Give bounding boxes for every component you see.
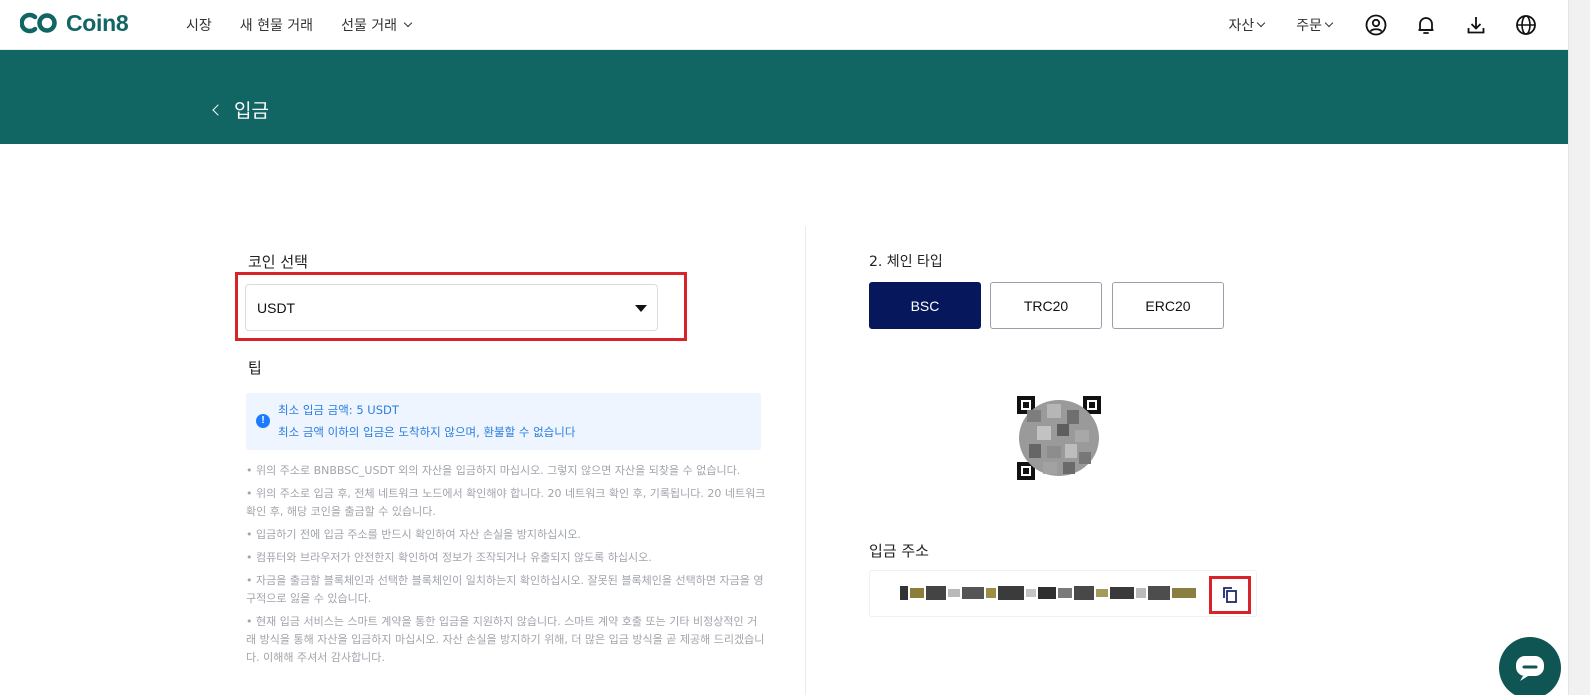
- chat-bubble-icon: [1516, 656, 1544, 681]
- chevron-down-icon: [403, 18, 413, 28]
- back-button[interactable]: 입금: [212, 96, 269, 123]
- nav-new-spot-trading[interactable]: 새 현물 거래: [240, 15, 313, 35]
- chain-type-label: 2. 체인 타입: [869, 254, 943, 270]
- assets-label: 자산: [1228, 18, 1255, 34]
- chevron-down-icon: [1256, 18, 1266, 28]
- info-icon: !: [256, 414, 270, 428]
- tips-list: • 위의 주소로 BNBBSC_USDT 외의 자산을 입금하지 마십시오. 그…: [246, 462, 766, 672]
- nav-market[interactable]: 시장: [186, 15, 212, 35]
- chain-option-bsc[interactable]: BSC: [869, 282, 981, 329]
- column-divider: [805, 226, 806, 695]
- coin-select-dropdown[interactable]: USDT: [245, 284, 658, 331]
- coin-select-label: 코인 선택: [248, 253, 308, 271]
- page-scrollbar[interactable]: [1568, 0, 1590, 695]
- tip-item: • 현재 입금 서비스는 스마트 계약을 통한 입금을 지원하지 않습니다. 스…: [246, 615, 765, 664]
- top-navbar: Coin8 시장 새 현물 거래 선물 거래 자산 주문: [0, 0, 1568, 50]
- notice-line-1: 최소 입금 금액: 5 USDT: [278, 403, 399, 417]
- deposit-address-field[interactable]: [869, 570, 1257, 617]
- deposit-qr-code: [1017, 396, 1101, 480]
- caret-down-icon: [635, 305, 647, 312]
- min-deposit-notice: ! 최소 입금 금액: 5 USDT 최소 금액 이하의 입금은 도착하지 않으…: [246, 393, 761, 450]
- globe-icon[interactable]: [1514, 13, 1538, 37]
- logo[interactable]: Coin8: [20, 9, 129, 37]
- nav-market-label: 시장: [186, 18, 212, 34]
- tip-item: • 위의 주소로 입금 후, 전체 네트워크 노드에서 확인해야 합니다. 20…: [246, 487, 766, 518]
- coin8-logo-icon: [20, 12, 57, 34]
- copy-address-button[interactable]: [1209, 576, 1251, 614]
- nav-new-spot-label: 새 현물 거래: [239, 18, 314, 34]
- main-menu: 시장 새 현물 거래 선물 거래: [186, 0, 413, 50]
- orders-label: 주문: [1296, 18, 1322, 34]
- coin-selected-value: USDT: [257, 299, 296, 316]
- tip-item: • 자금을 출금할 블록체인과 선택한 블록체인이 일치하는지 확인하십시오. …: [246, 574, 764, 605]
- tip-item: • 컴퓨터와 브라우저가 안전한지 확인하여 정보가 조작되거나 유출되지 않도…: [246, 551, 652, 564]
- bell-icon[interactable]: [1414, 13, 1438, 37]
- deposit-address-value-obscured: [900, 586, 1196, 600]
- brand-name: Coin8: [66, 9, 129, 36]
- notice-line-2: 최소 금액 이하의 입금은 도착하지 않으며, 환불할 수 없습니다: [278, 425, 576, 439]
- tips-title: 팁: [248, 359, 262, 377]
- deposit-address-label: 입금 주소: [869, 542, 929, 560]
- tip-item: • 입금하기 전에 입금 주소를 반드시 확인하여 자산 손실을 방지하십시오.: [246, 528, 581, 541]
- page-title: 입금: [234, 100, 269, 122]
- assets-dropdown[interactable]: 자산: [1228, 15, 1266, 35]
- live-chat-button[interactable]: [1499, 637, 1561, 695]
- chevron-left-icon: [212, 103, 224, 116]
- chain-option-erc20[interactable]: ERC20: [1112, 282, 1224, 329]
- user-circle-icon[interactable]: [1364, 13, 1388, 37]
- nav-right: 자산 주문: [1228, 0, 1538, 50]
- chain-option-trc20[interactable]: TRC20: [990, 282, 1102, 329]
- orders-dropdown[interactable]: 주문: [1296, 15, 1334, 35]
- nav-futures-label: 선물 거래: [341, 18, 398, 34]
- tip-item: • 위의 주소로 BNBBSC_USDT 외의 자산을 입금하지 마십시오. 그…: [246, 464, 741, 477]
- nav-futures-trading[interactable]: 선물 거래: [341, 15, 413, 35]
- copy-icon: [1223, 587, 1237, 603]
- download-icon[interactable]: [1464, 13, 1488, 37]
- chevron-down-icon: [1324, 18, 1334, 28]
